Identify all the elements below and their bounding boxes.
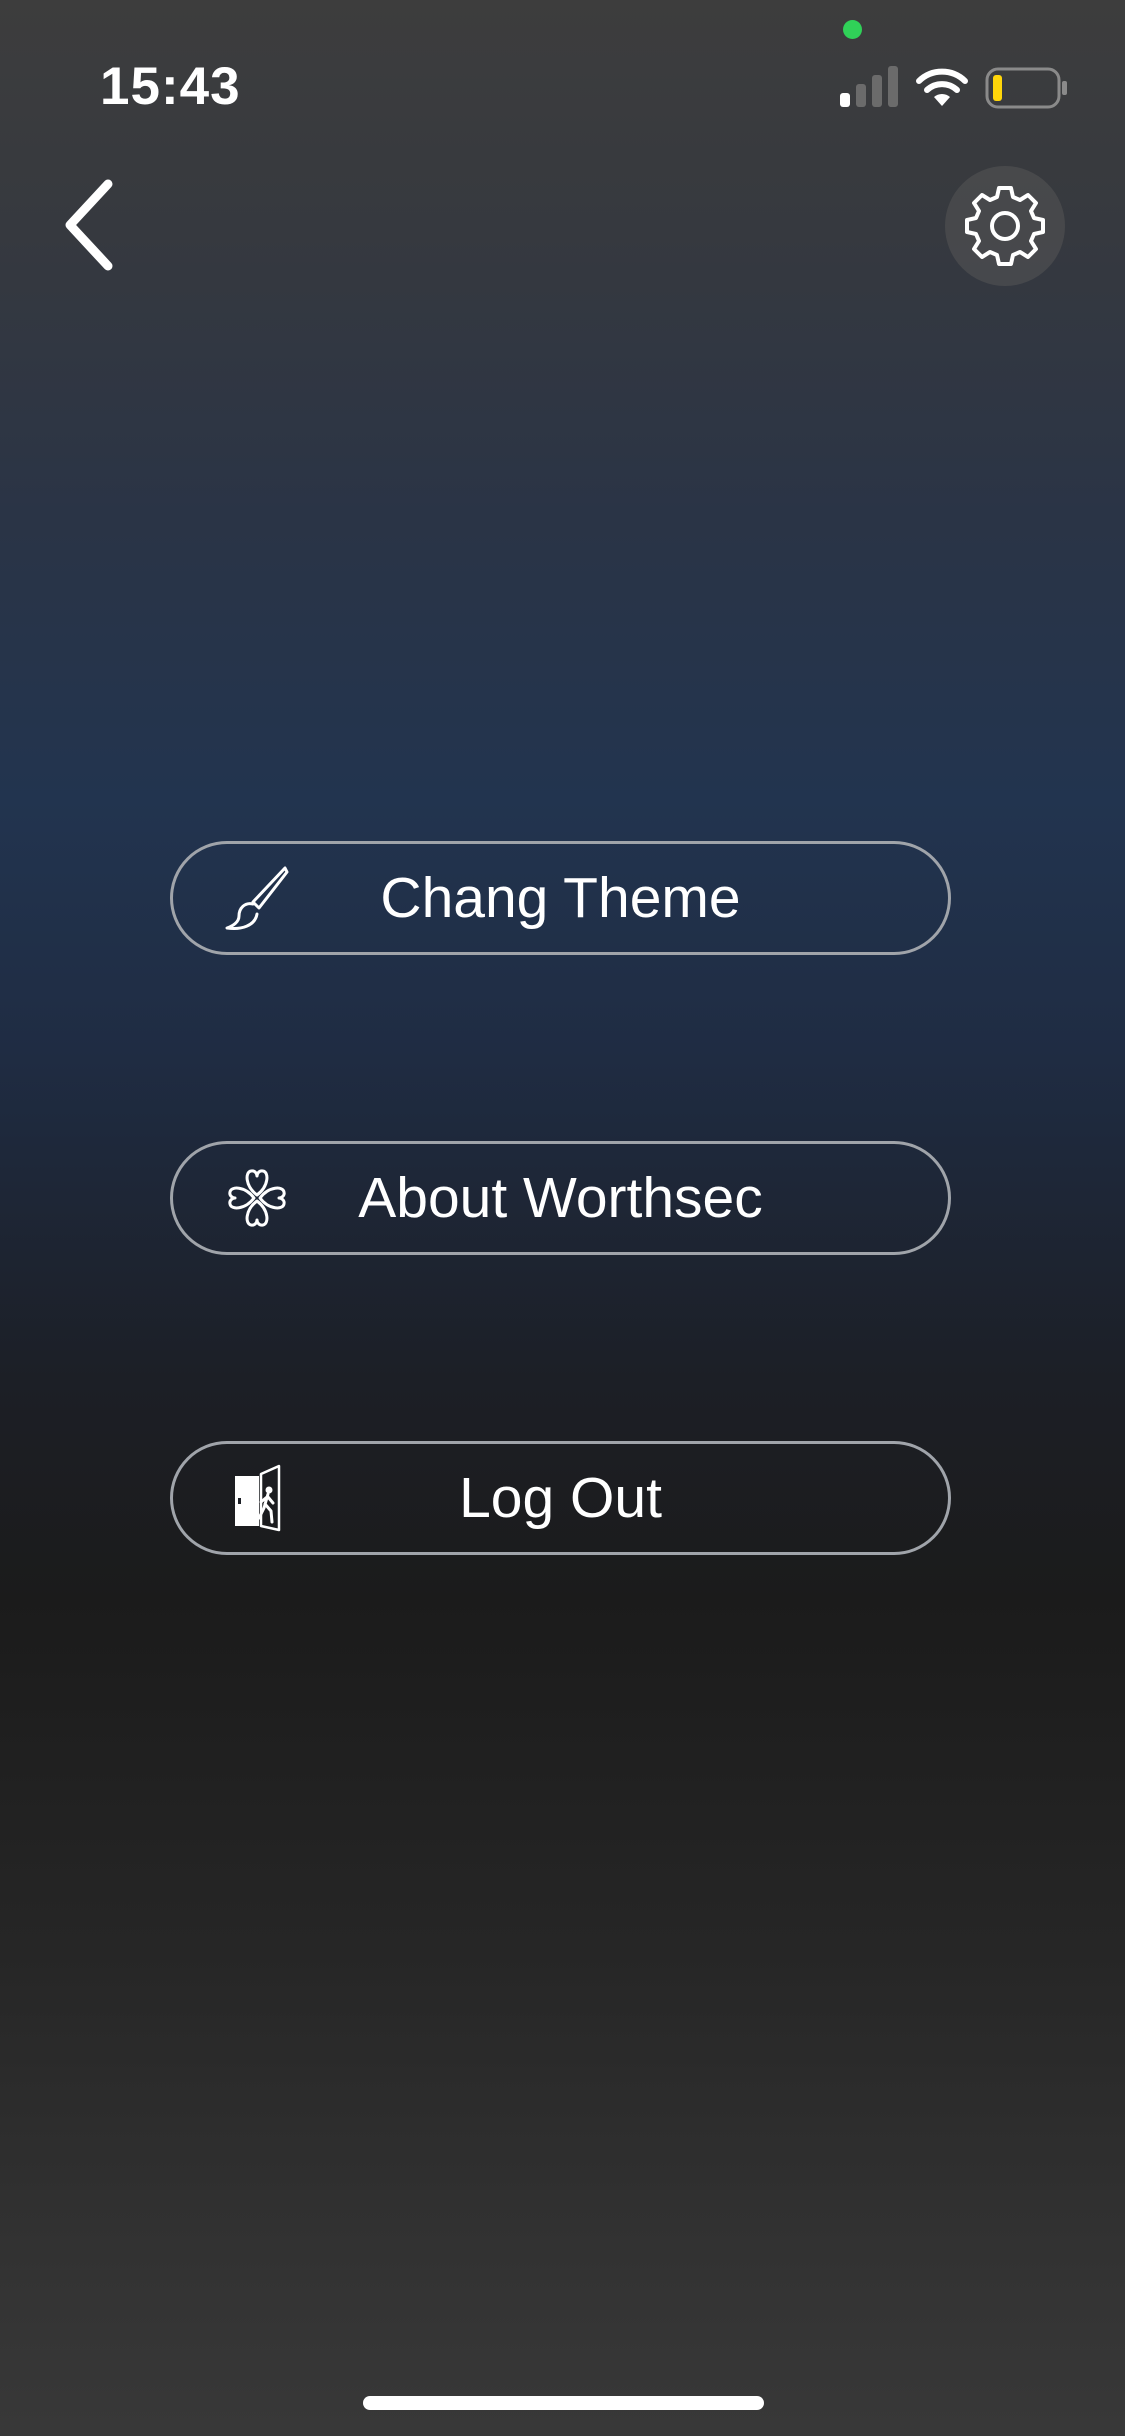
change-theme-label: Chang Theme [380,866,741,930]
gear-icon [965,186,1045,266]
change-theme-button[interactable]: Chang Theme [170,841,951,955]
log-out-label: Log Out [459,1466,662,1530]
privacy-indicator-dot [843,20,862,39]
chevron-left-icon [65,179,113,271]
wifi-icon [916,68,968,106]
back-button[interactable] [52,178,132,272]
settings-button[interactable] [945,166,1065,286]
about-worthsec-label: About Worthsec [358,1166,763,1230]
battery-low-icon [985,67,1067,109]
log-out-button[interactable]: Log Out [170,1441,951,1555]
about-worthsec-button[interactable]: About Worthsec [170,1141,951,1255]
cellular-signal-icon [840,66,898,107]
status-time: 15:43 [100,57,241,116]
home-indicator[interactable] [363,2396,764,2410]
